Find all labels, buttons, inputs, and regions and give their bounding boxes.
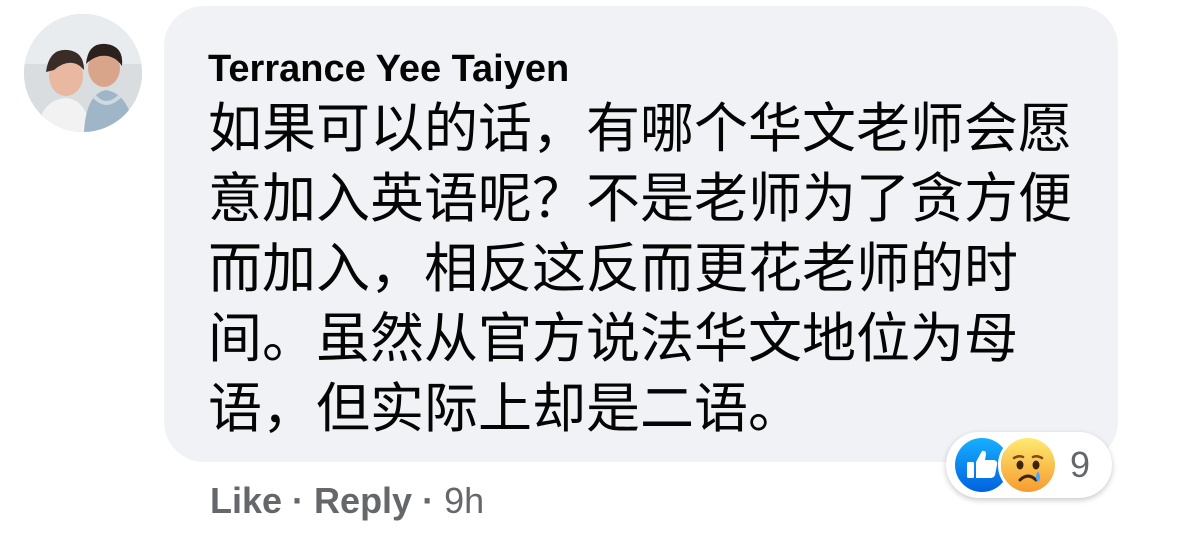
author-name[interactable]: Terrance Yee Taiyen (208, 46, 1074, 92)
reactions-summary[interactable]: 9 (946, 432, 1112, 498)
avatar[interactable] (24, 14, 142, 132)
sad-icon (998, 435, 1058, 495)
like-button[interactable]: Like (210, 476, 282, 526)
comment-bubble: Terrance Yee Taiyen 如果可以的话，有哪个华文老师会愿意加入英… (164, 6, 1118, 462)
comment-text: 如果可以的话，有哪个华文老师会愿意加入英语呢？不是老师为了贪方便而加入，相反这反… (208, 97, 1072, 440)
reaction-count: 9 (1070, 444, 1091, 485)
timestamp[interactable]: 9h (444, 476, 484, 526)
reply-button[interactable]: Reply (314, 476, 412, 526)
separator: · (422, 480, 435, 521)
avatar-photo (24, 14, 142, 132)
comment-actions: Like · Reply · 9h (210, 476, 484, 526)
separator: · (292, 480, 305, 521)
comment: Terrance Yee Taiyen 如果可以的话，有哪个华文老师会愿意加入英… (0, 0, 1200, 543)
